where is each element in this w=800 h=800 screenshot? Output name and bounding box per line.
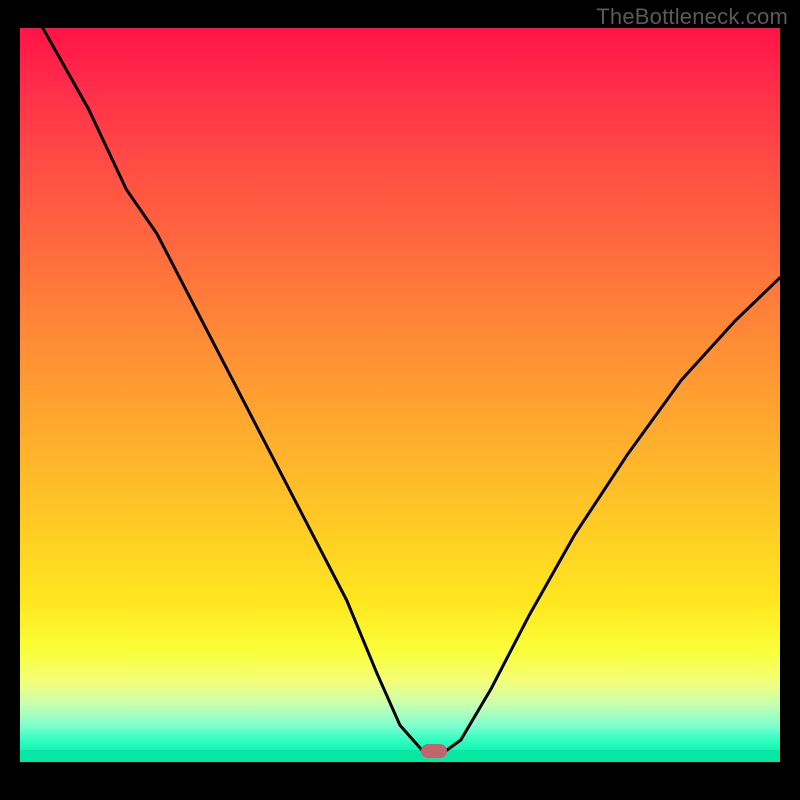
curve-path — [43, 28, 780, 751]
bottleneck-curve — [20, 28, 780, 762]
chart-frame: TheBottleneck.com — [0, 0, 800, 800]
optimal-point-marker — [421, 744, 447, 758]
plot-area — [20, 28, 780, 762]
watermark-text: TheBottleneck.com — [596, 4, 788, 30]
